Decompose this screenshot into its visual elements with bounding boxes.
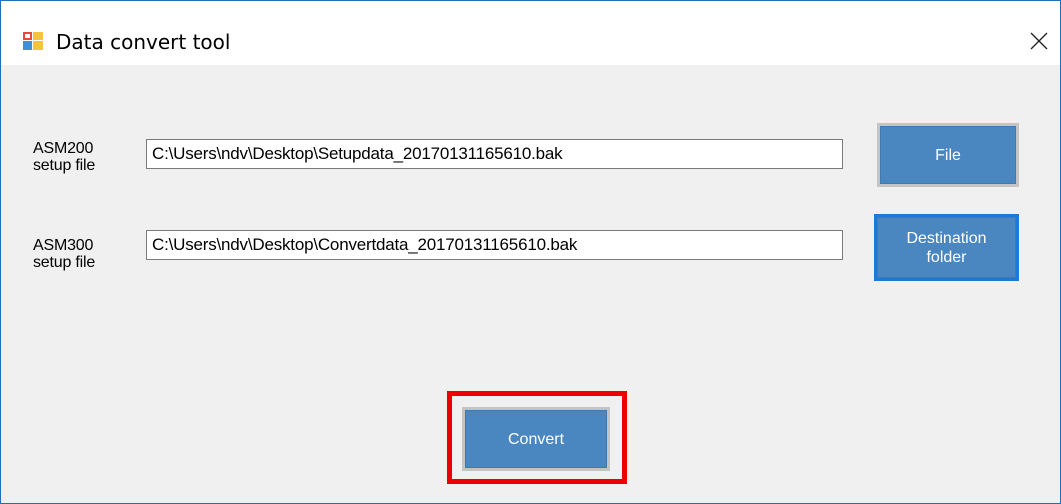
destination-label-line2: setup file [33, 254, 96, 271]
file-button-label: File [935, 146, 961, 164]
destination-label-line1: ASM300 [33, 237, 94, 254]
destination-folder-button-label: Destination folder [906, 229, 986, 267]
source-file-input[interactable] [146, 139, 843, 169]
destination-folder-button[interactable]: Destination folder [874, 214, 1019, 281]
app-window-icon [23, 32, 43, 50]
source-file-label: ASM200 setup file [33, 140, 95, 174]
app-window: Data convert tool ASM200 setup file File… [0, 0, 1061, 504]
close-icon [1030, 32, 1048, 50]
source-label-line1: ASM200 [33, 140, 94, 157]
file-button[interactable]: File [877, 123, 1019, 187]
destination-button-line1: Destination [906, 229, 987, 247]
close-button[interactable] [1019, 23, 1059, 59]
convert-highlight-box [447, 391, 627, 484]
destination-file-label: ASM300 setup file [33, 237, 95, 271]
source-label-line2: setup file [33, 157, 96, 174]
destination-file-input[interactable] [146, 230, 843, 260]
destination-button-line2: folder [926, 248, 967, 266]
window-title: Data convert tool [56, 30, 231, 54]
title-bar[interactable]: Data convert tool [1, 1, 1060, 65]
